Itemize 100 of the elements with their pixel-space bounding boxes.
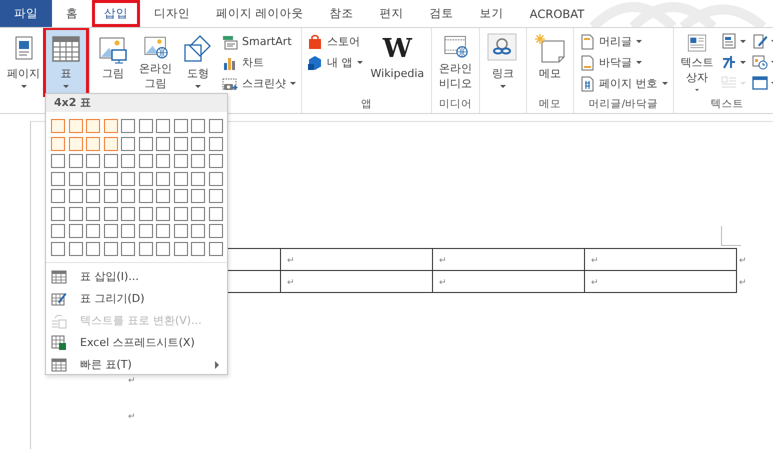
grid-cell[interactable] bbox=[51, 206, 65, 220]
grid-cell[interactable] bbox=[86, 172, 100, 186]
grid-cell[interactable] bbox=[51, 189, 65, 203]
ribbon-tab[interactable]: 삽입 bbox=[92, 0, 140, 27]
grid-cell[interactable] bbox=[156, 119, 170, 133]
grid-cell[interactable] bbox=[191, 136, 205, 150]
grid-cell[interactable] bbox=[68, 206, 82, 220]
grid-cell[interactable] bbox=[104, 224, 118, 238]
grid-cell[interactable] bbox=[208, 154, 222, 168]
grid-cell[interactable] bbox=[138, 189, 152, 203]
grid-cell[interactable] bbox=[86, 242, 100, 256]
grid-cell[interactable] bbox=[174, 206, 188, 220]
grid-cell[interactable] bbox=[86, 154, 100, 168]
grid-cell[interactable] bbox=[51, 224, 65, 238]
grid-cell[interactable] bbox=[174, 172, 188, 186]
ribbon-tab[interactable]: ACROBAT bbox=[518, 0, 596, 27]
grid-cell[interactable] bbox=[86, 224, 100, 238]
grid-cell[interactable] bbox=[104, 206, 118, 220]
ribbon-button[interactable]: 페이지 bbox=[3, 30, 44, 94]
ribbon-button[interactable]: 메모 bbox=[530, 30, 570, 94]
ribbon-button[interactable]: 링크 bbox=[483, 30, 524, 94]
ribbon-button[interactable]: 머리글 bbox=[577, 32, 670, 51]
grid-cell[interactable] bbox=[191, 189, 205, 203]
ribbon-icon-button[interactable] bbox=[750, 53, 773, 71]
grid-cell[interactable] bbox=[104, 119, 118, 133]
ribbon-button[interactable]: 온라인 비디오 bbox=[435, 30, 476, 94]
grid-cell[interactable] bbox=[174, 136, 188, 150]
grid-cell[interactable] bbox=[104, 136, 118, 150]
menu-item[interactable]: 표 삽입(I)... bbox=[46, 266, 227, 288]
grid-cell[interactable] bbox=[51, 119, 65, 133]
grid-cell[interactable] bbox=[156, 224, 170, 238]
grid-cell[interactable] bbox=[191, 206, 205, 220]
grid-cell[interactable] bbox=[174, 119, 188, 133]
grid-cell[interactable] bbox=[208, 224, 222, 238]
grid-cell[interactable] bbox=[174, 154, 188, 168]
ribbon-button[interactable]: 표 bbox=[46, 30, 86, 94]
ribbon-icon-button[interactable] bbox=[720, 32, 747, 50]
grid-cell[interactable] bbox=[208, 172, 222, 186]
grid-cell[interactable] bbox=[156, 172, 170, 186]
ribbon-tab[interactable]: 참조 bbox=[318, 0, 366, 27]
ribbon-button[interactable]: 스토어 bbox=[305, 32, 364, 51]
grid-cell[interactable] bbox=[208, 242, 222, 256]
ribbon-tab[interactable]: 디자인 bbox=[142, 0, 202, 27]
ribbon-tab[interactable]: 검토 bbox=[418, 0, 466, 27]
grid-cell[interactable] bbox=[121, 172, 135, 186]
grid-cell[interactable] bbox=[121, 242, 135, 256]
grid-cell[interactable] bbox=[138, 119, 152, 133]
grid-cell[interactable] bbox=[68, 136, 82, 150]
ribbon-tab[interactable]: 홈 bbox=[54, 0, 90, 27]
ribbon-button[interactable]: SmartArt bbox=[220, 32, 298, 51]
grid-cell[interactable] bbox=[138, 172, 152, 186]
grid-cell[interactable] bbox=[104, 172, 118, 186]
ribbon-button[interactable]: 스크린샷 bbox=[220, 74, 298, 93]
grid-cell[interactable] bbox=[174, 242, 188, 256]
ribbon-button[interactable]: 도형 bbox=[178, 30, 218, 94]
grid-cell[interactable] bbox=[51, 136, 65, 150]
ribbon-tab[interactable]: 페이지 레이아웃 bbox=[204, 0, 316, 27]
ribbon-icon-button[interactable] bbox=[750, 32, 773, 50]
grid-cell[interactable] bbox=[156, 206, 170, 220]
ribbon-tab[interactable]: 편지 bbox=[368, 0, 416, 27]
grid-cell[interactable] bbox=[156, 136, 170, 150]
grid-cell[interactable] bbox=[208, 119, 222, 133]
grid-cell[interactable] bbox=[138, 224, 152, 238]
ribbon-button[interactable]: 바닥글 bbox=[577, 53, 670, 72]
ribbon-icon-button[interactable] bbox=[750, 74, 773, 92]
menu-item[interactable]: Excel 스프레드시트(X) bbox=[46, 332, 227, 354]
grid-cell[interactable] bbox=[156, 154, 170, 168]
grid-cell[interactable] bbox=[51, 242, 65, 256]
grid-cell[interactable] bbox=[121, 119, 135, 133]
grid-cell[interactable] bbox=[121, 224, 135, 238]
menu-item[interactable]: 빠른 표(T) bbox=[46, 354, 227, 376]
grid-cell[interactable] bbox=[104, 242, 118, 256]
grid-cell[interactable] bbox=[191, 119, 205, 133]
grid-cell[interactable] bbox=[86, 119, 100, 133]
grid-cell[interactable] bbox=[104, 154, 118, 168]
grid-cell[interactable] bbox=[86, 136, 100, 150]
grid-cell[interactable] bbox=[208, 206, 222, 220]
ribbon-button[interactable]: 그림 bbox=[93, 30, 133, 94]
grid-cell[interactable] bbox=[121, 136, 135, 150]
grid-cell[interactable] bbox=[121, 206, 135, 220]
grid-cell[interactable] bbox=[104, 189, 118, 203]
grid-cell[interactable] bbox=[68, 189, 82, 203]
grid-cell[interactable] bbox=[174, 189, 188, 203]
grid-cell[interactable] bbox=[68, 172, 82, 186]
grid-cell[interactable] bbox=[191, 154, 205, 168]
grid-cell[interactable] bbox=[174, 224, 188, 238]
grid-cell[interactable] bbox=[86, 206, 100, 220]
ribbon-button[interactable]: W Wikipedia bbox=[366, 30, 428, 94]
grid-cell[interactable] bbox=[138, 154, 152, 168]
grid-cell[interactable] bbox=[68, 242, 82, 256]
ribbon-tab[interactable]: 파일 bbox=[0, 0, 52, 27]
grid-cell[interactable] bbox=[121, 154, 135, 168]
grid-cell[interactable] bbox=[138, 136, 152, 150]
ribbon-button[interactable]: 온라인 그림 bbox=[135, 30, 176, 94]
grid-cell[interactable] bbox=[191, 242, 205, 256]
ribbon-tab[interactable]: 보기 bbox=[468, 0, 516, 27]
grid-cell[interactable] bbox=[68, 154, 82, 168]
grid-cell[interactable] bbox=[86, 189, 100, 203]
grid-cell[interactable] bbox=[208, 189, 222, 203]
grid-cell[interactable] bbox=[191, 172, 205, 186]
